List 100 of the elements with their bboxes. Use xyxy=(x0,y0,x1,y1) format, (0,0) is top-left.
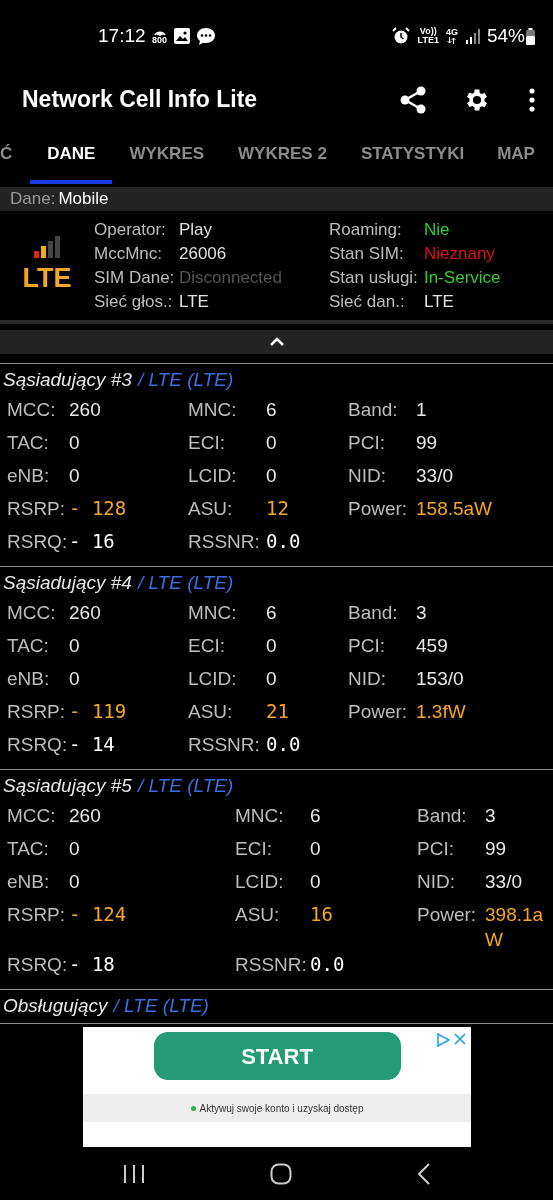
app-title: Network Cell Info Lite xyxy=(22,85,259,115)
field-value: 12 xyxy=(266,496,289,521)
field-label: MNC: xyxy=(188,398,238,422)
field-value: - 18 xyxy=(69,952,115,977)
field-value: 0 xyxy=(266,464,277,488)
field-label: eNB: xyxy=(7,870,51,894)
info-label: Operator: xyxy=(94,218,167,241)
field-label: eNB: xyxy=(7,667,51,691)
info-label: Stan usługi: xyxy=(329,266,419,289)
volte-indicator: Vo)) LTE1 xyxy=(417,27,439,45)
chevron-up-icon[interactable] xyxy=(268,337,285,347)
section-title: Sąsiadujący #4 xyxy=(3,571,132,596)
field-value: - 16 xyxy=(69,529,115,554)
info-label: SIM Dane: xyxy=(94,266,176,289)
field-value: - 128 xyxy=(69,496,127,521)
battery-percent: 54% xyxy=(486,23,525,48)
field-value: 6 xyxy=(310,804,321,828)
field-value: 0 xyxy=(69,667,80,691)
tab[interactable]: MAP xyxy=(481,127,535,184)
tab[interactable]: STATYSTYKI xyxy=(343,127,482,184)
field-value: 0 xyxy=(310,870,321,894)
field-label: ECI: xyxy=(188,431,226,455)
field-value: 21 xyxy=(266,699,289,724)
tab[interactable]: WYKRES xyxy=(112,127,222,184)
field-value: 33/0 xyxy=(485,870,522,894)
tab[interactable]: Ć xyxy=(0,127,31,184)
field-value: - 14 xyxy=(69,732,115,757)
data-label: Dane: xyxy=(10,188,56,211)
field-label: ASU: xyxy=(188,700,234,724)
tab[interactable]: WYKRES 2 xyxy=(221,127,344,184)
recent-apps-icon[interactable] xyxy=(122,1163,145,1184)
info-value: In-Service xyxy=(424,266,501,289)
info-label: Sieć dan.: xyxy=(329,290,406,313)
field-value: 0 xyxy=(69,464,80,488)
info-value: Nieznany xyxy=(424,242,495,265)
field-value: 0 xyxy=(69,634,80,658)
field-label: ECI: xyxy=(188,634,226,658)
signal-strength-icon xyxy=(33,235,61,258)
info-label: Sieć głos.: xyxy=(94,290,174,313)
info-value: Nie xyxy=(424,218,450,241)
ad-choices-icon[interactable] xyxy=(436,1033,450,1047)
data-value: Mobile xyxy=(58,188,109,211)
home-icon[interactable] xyxy=(269,1162,292,1185)
field-label: ECI: xyxy=(235,837,273,861)
field-label: MCC: xyxy=(7,601,57,625)
field-label: PCI: xyxy=(348,431,386,455)
field-label: RSRP: xyxy=(7,700,67,724)
field-value: 153/0 xyxy=(416,667,464,691)
back-icon[interactable] xyxy=(416,1162,431,1185)
field-value: 3 xyxy=(485,804,496,828)
field-value: 0 xyxy=(69,837,80,861)
image-icon xyxy=(172,27,191,45)
field-value: - 119 xyxy=(69,699,127,724)
info-value: Play xyxy=(179,218,213,241)
field-label: RSRQ: xyxy=(7,953,69,977)
field-value: 398.1aW xyxy=(485,903,545,952)
field-value: 459 xyxy=(416,634,448,658)
field-value: 0 xyxy=(69,431,80,455)
info-label: MccMnc: xyxy=(94,242,163,265)
field-label: PCI: xyxy=(348,634,386,658)
field-value: 6 xyxy=(266,398,277,422)
field-label: NID: xyxy=(348,464,387,488)
field-value: 33/0 xyxy=(416,464,453,488)
field-value: 0 xyxy=(310,837,321,861)
field-label: Power: xyxy=(417,903,478,927)
alarm-icon xyxy=(391,27,410,45)
section-title: Obsługujący xyxy=(3,994,108,1019)
field-value: 99 xyxy=(416,431,438,455)
field-value: 1.3fW xyxy=(416,700,466,724)
data-arrows-icon xyxy=(447,37,457,44)
info-value: LTE xyxy=(179,290,209,313)
section-subtitle: / LTE (LTE) xyxy=(137,774,234,799)
field-label: MCC: xyxy=(7,804,57,828)
share-icon[interactable] xyxy=(400,85,426,114)
field-label: LCID: xyxy=(235,870,285,894)
field-label: LCID: xyxy=(188,667,238,691)
field-label: MNC: xyxy=(188,601,238,625)
field-value: 99 xyxy=(485,837,507,861)
close-icon[interactable] xyxy=(454,1033,466,1045)
field-value: 0 xyxy=(266,667,277,691)
section-subtitle: / LTE (LTE) xyxy=(113,994,209,1019)
network-indicator: 4G xyxy=(445,28,458,44)
field-label: NID: xyxy=(348,667,387,691)
field-label: RSRP: xyxy=(7,497,67,521)
field-value: 3 xyxy=(416,601,427,625)
ad-banner[interactable]: START Aktywuj swoje konto i uzyskaj dostęp xyxy=(83,1027,471,1147)
section-title: Sąsiadujący #5 xyxy=(3,774,132,799)
field-label: LCID: xyxy=(188,464,238,488)
info-value: 26006 xyxy=(179,242,227,265)
field-value: 16 xyxy=(310,902,333,927)
field-value: 6 xyxy=(266,601,277,625)
field-label: RSSNR: xyxy=(235,953,308,977)
field-label: eNB: xyxy=(7,464,51,488)
field-label: TAC: xyxy=(7,431,50,455)
more-icon[interactable] xyxy=(529,87,535,112)
info-value: LTE xyxy=(424,290,454,313)
section-subtitle: / LTE (LTE) xyxy=(137,571,234,596)
field-label: Band: xyxy=(417,804,468,828)
battery-icon xyxy=(526,27,535,45)
start-button[interactable]: START xyxy=(153,1032,401,1080)
